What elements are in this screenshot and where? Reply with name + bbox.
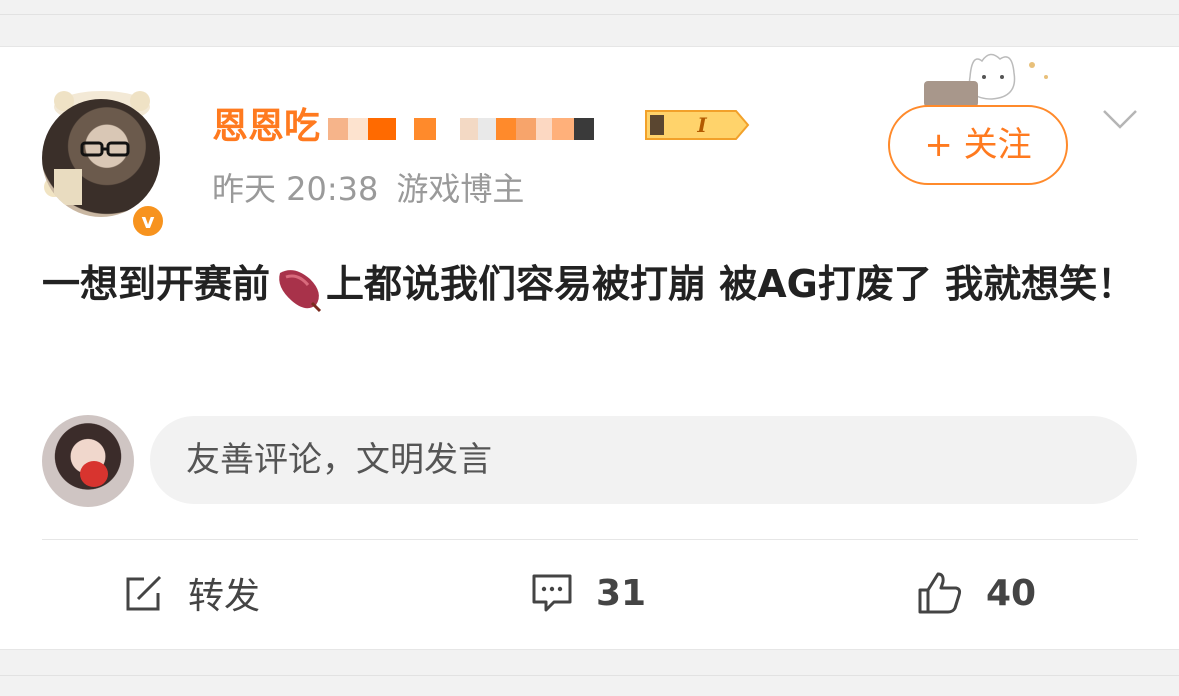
apple-in-avatar	[80, 461, 108, 487]
weibo-post-card: v 恩恩吃 I 昨天 20:38 游戏博主 + 关注 一想到开赛前 上都说我们容易…	[0, 46, 1179, 650]
verified-v-icon: v	[130, 203, 166, 239]
author-avatar[interactable]: v	[34, 67, 174, 239]
comment-icon	[532, 574, 572, 612]
comment-count: 31	[596, 572, 647, 614]
comment-button[interactable]: 31	[530, 553, 646, 633]
action-bar-divider	[42, 539, 1138, 540]
post-text-before: 一想到开赛前	[42, 262, 271, 306]
chevron-down-icon[interactable]	[1102, 107, 1138, 131]
like-button[interactable]: 40	[916, 553, 1036, 633]
avatar-photo	[42, 99, 160, 217]
post-text-after: 上都说我们容易被打崩 被AG打废了 我就想笑！	[326, 262, 1136, 306]
level-badge: I	[645, 110, 750, 140]
sweet-potato-icon	[279, 269, 322, 312]
post-content: 一想到开赛前 上都说我们容易被打崩 被AG打废了 我就想笑！	[42, 249, 1142, 319]
name-mosaic-redaction	[328, 106, 595, 150]
repost-button[interactable]: 转发	[122, 553, 260, 633]
top-divider	[0, 14, 1179, 15]
author-name[interactable]: 恩恩吃	[212, 105, 595, 150]
svg-text:I: I	[696, 113, 707, 137]
post-time: 昨天 20:38	[212, 170, 379, 208]
like-count: 40	[986, 572, 1037, 614]
author-name-text: 恩恩吃	[212, 106, 321, 147]
post-meta: 昨天 20:38 游戏博主	[212, 169, 524, 209]
follow-button[interactable]: + 关注	[888, 105, 1068, 185]
repost-label: 转发	[188, 576, 261, 617]
cat-decoration-icon	[924, 53, 1048, 107]
author-tag: 游戏博主	[396, 170, 525, 208]
current-user-avatar[interactable]	[42, 415, 134, 507]
thumbs-up-icon	[918, 572, 962, 614]
bottom-divider	[0, 675, 1179, 676]
edit-icon	[126, 575, 162, 611]
comment-input[interactable]: 友善评论，文明发言	[150, 416, 1137, 504]
